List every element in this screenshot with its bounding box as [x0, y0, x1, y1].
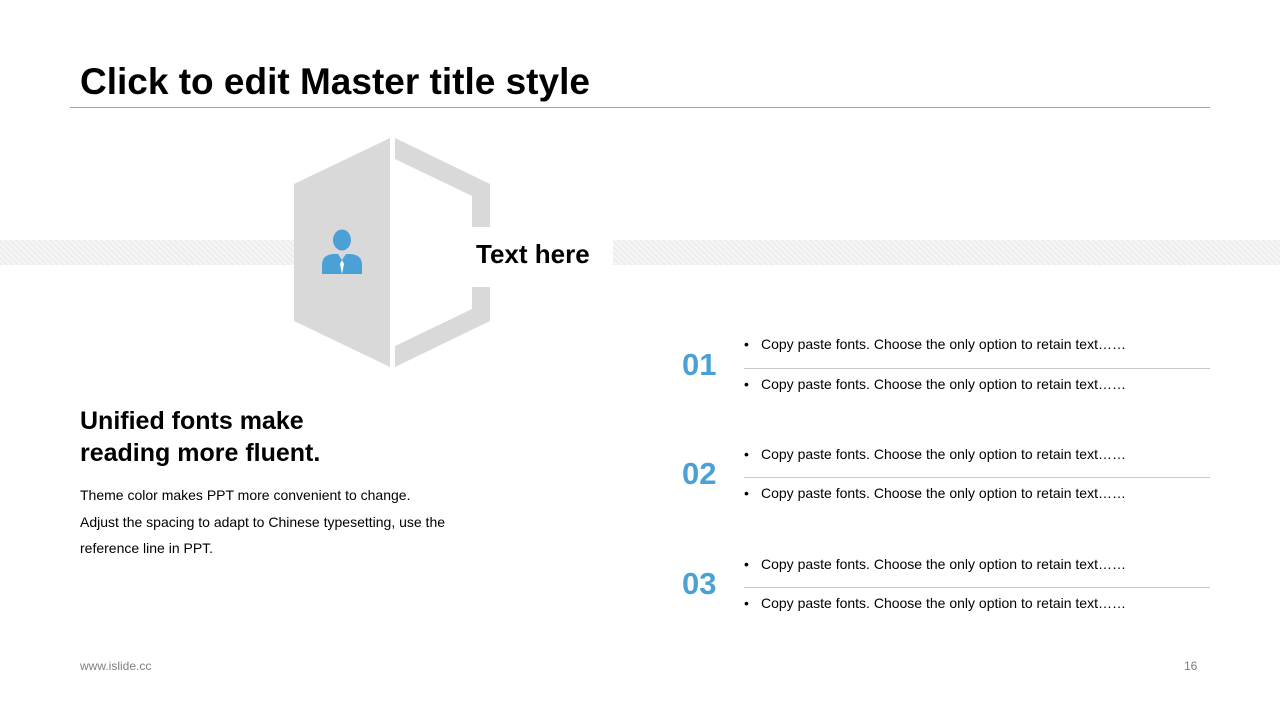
decorative-band-left	[0, 240, 300, 265]
footer-url: www.islide.cc	[80, 659, 152, 673]
list-item-text: Copy paste fonts. Choose the only option…	[761, 595, 1126, 611]
bullet-icon: •	[744, 485, 749, 501]
list-item-text: Copy paste fonts. Choose the only option…	[761, 556, 1126, 572]
item-divider	[744, 368, 1210, 369]
bullet-icon: •	[744, 376, 749, 392]
list-item: • Copy paste fonts. Choose the only optio…	[744, 444, 1214, 464]
body-line-3: reference line in PPT.	[80, 540, 214, 556]
headline-line-2: reading more fluent.	[80, 439, 321, 467]
slide-title: Click to edit Master title style	[80, 61, 590, 102]
list-item: • Copy paste fonts. Choose the only optio…	[744, 554, 1214, 574]
body-paragraph: Theme color makes PPT more convenient to…	[80, 482, 480, 562]
headline-line-1: Unified fonts make	[80, 407, 304, 435]
list-item: • Copy paste fonts. Choose the only optio…	[744, 334, 1214, 354]
list-item-text: Copy paste fonts. Choose the only option…	[761, 376, 1126, 392]
bullet-icon: •	[744, 446, 749, 462]
person-icon	[322, 229, 362, 274]
hexagon-right-bracket	[395, 138, 490, 227]
group-number: 03	[682, 566, 717, 601]
hexagon-right-bracket-bottom	[395, 287, 490, 367]
bullet-icon: •	[744, 336, 749, 352]
group-number: 02	[682, 456, 717, 491]
title-divider	[70, 107, 1210, 108]
page-number: 16	[1184, 659, 1198, 673]
list-group-01: 01 • Copy paste fonts. Choose the only op…	[680, 331, 1210, 411]
body-line-2: Adjust the spacing to adapt to Chinese t…	[80, 513, 446, 530]
headline: Unified fonts make reading more fluent.	[80, 405, 500, 469]
group-number: 01	[682, 347, 717, 382]
item-divider	[744, 477, 1210, 478]
bullet-icon: •	[744, 595, 749, 611]
list-item-text: Copy paste fonts. Choose the only option…	[761, 336, 1126, 352]
item-divider	[744, 587, 1210, 588]
decorative-band-right	[613, 240, 1280, 265]
body-line-1: Theme color makes PPT more convenient to…	[80, 487, 411, 503]
list-item: • Copy paste fonts. Choose the only optio…	[744, 483, 1214, 503]
list-group-02: 02 • Copy paste fonts. Choose the only op…	[680, 440, 1210, 520]
list-item-text: Copy paste fonts. Choose the only option…	[761, 485, 1126, 501]
list-group-03: 03 • Copy paste fonts. Choose the only op…	[680, 550, 1210, 630]
list-item: • Copy paste fonts. Choose the only optio…	[744, 374, 1214, 394]
hexagon-label: Text here	[476, 239, 590, 269]
list-item-text: Copy paste fonts. Choose the only option…	[761, 446, 1126, 462]
list-item: • Copy paste fonts. Choose the only optio…	[744, 593, 1214, 613]
bullet-icon: •	[744, 556, 749, 572]
